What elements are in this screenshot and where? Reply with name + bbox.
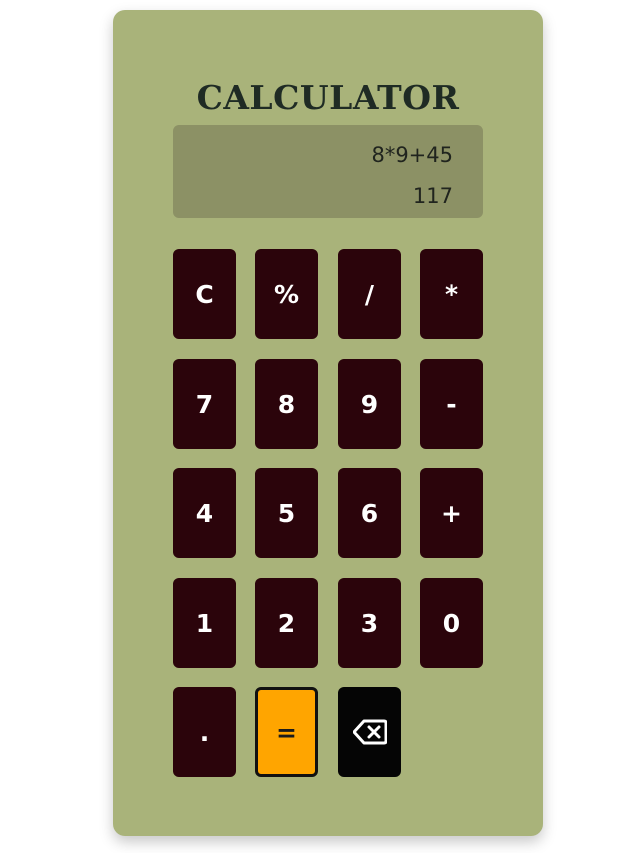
percent-button[interactable]: %	[255, 249, 318, 339]
five-button[interactable]: 5	[255, 468, 318, 558]
three-button[interactable]: 3	[338, 578, 401, 668]
plus-button[interactable]: +	[420, 468, 483, 558]
one-button[interactable]: 1	[173, 578, 236, 668]
minus-button[interactable]: -	[420, 359, 483, 449]
result-display: 117	[412, 184, 453, 208]
six-button[interactable]: 6	[338, 468, 401, 558]
display-screen: 8*9+45 117	[173, 125, 483, 218]
seven-button[interactable]: 7	[173, 359, 236, 449]
clear-button[interactable]: C	[173, 249, 236, 339]
calculator-title: CALCULATOR	[196, 78, 460, 117]
equals-button[interactable]: =	[255, 687, 318, 777]
expression-display: 8*9+45	[371, 143, 453, 167]
four-button[interactable]: 4	[173, 468, 236, 558]
eight-button[interactable]: 8	[255, 359, 318, 449]
two-button[interactable]: 2	[255, 578, 318, 668]
backspace-icon	[352, 719, 387, 745]
multiply-button[interactable]: *	[420, 249, 483, 339]
zero-button[interactable]: 0	[420, 578, 483, 668]
divide-button[interactable]: /	[338, 249, 401, 339]
nine-button[interactable]: 9	[338, 359, 401, 449]
calculator-panel: CALCULATOR 8*9+45 117 C % / * 7 8 9 - 4 …	[113, 10, 543, 836]
backspace-button[interactable]	[338, 687, 401, 777]
decimal-button[interactable]: .	[173, 687, 236, 777]
